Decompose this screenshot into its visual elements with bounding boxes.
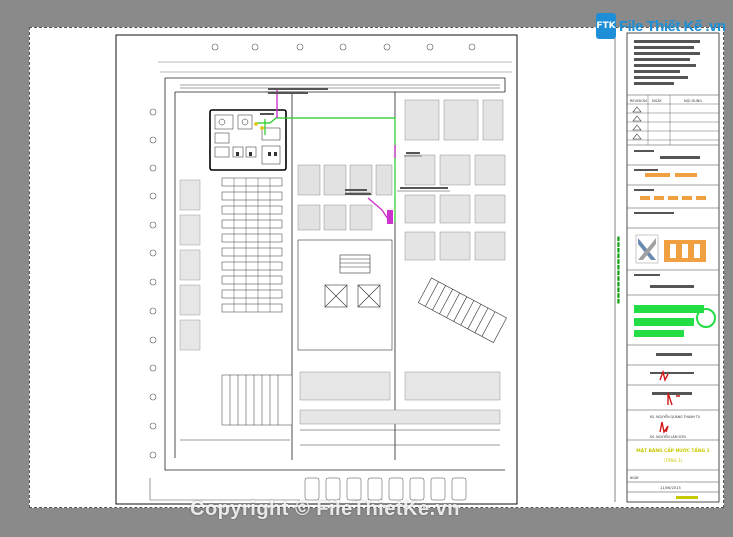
site-logo[interactable]: FTK File Thiết Kế .vn	[596, 12, 726, 40]
parking-bays-hatch	[404, 99, 506, 261]
title-block	[626, 32, 720, 503]
logo-badge-icon: FTK	[596, 13, 616, 39]
company-logo-icon	[635, 234, 659, 264]
date-value: 11/06/2013	[660, 486, 681, 490]
dept-label	[634, 274, 660, 276]
logo-block-cut	[670, 244, 700, 258]
signature-1: KS. NGUYỄN QUANG THANH TÚ	[650, 414, 701, 419]
left-hatch	[179, 179, 201, 351]
side-strip-text: ▬▬▬▬▬▬▬▬▬▬▬▬	[615, 236, 622, 304]
sheet-number	[676, 496, 698, 499]
cad-drawing: ▬▬▬▬▬▬▬▬▬▬▬▬ REVISION NGÀY NỘI DUNG KS. …	[115, 32, 720, 505]
sheet-subtitle: (TẦNG 1)	[663, 458, 682, 463]
copyright-watermark: Copyright © FileThietKe.vn	[190, 498, 460, 520]
revision-date-header: NGÀY	[652, 98, 662, 103]
revision-content-header: NỘI DUNG	[684, 98, 702, 103]
date-label: NGÀY	[630, 475, 639, 480]
signature-2: KS. NGUYỄN LÂM SƠN	[650, 434, 686, 439]
revision-header: REVISION	[630, 99, 647, 103]
lower-stairs	[221, 374, 293, 426]
logo-text: File Thiết Kế .vn	[619, 17, 726, 35]
dept-name	[650, 285, 694, 288]
